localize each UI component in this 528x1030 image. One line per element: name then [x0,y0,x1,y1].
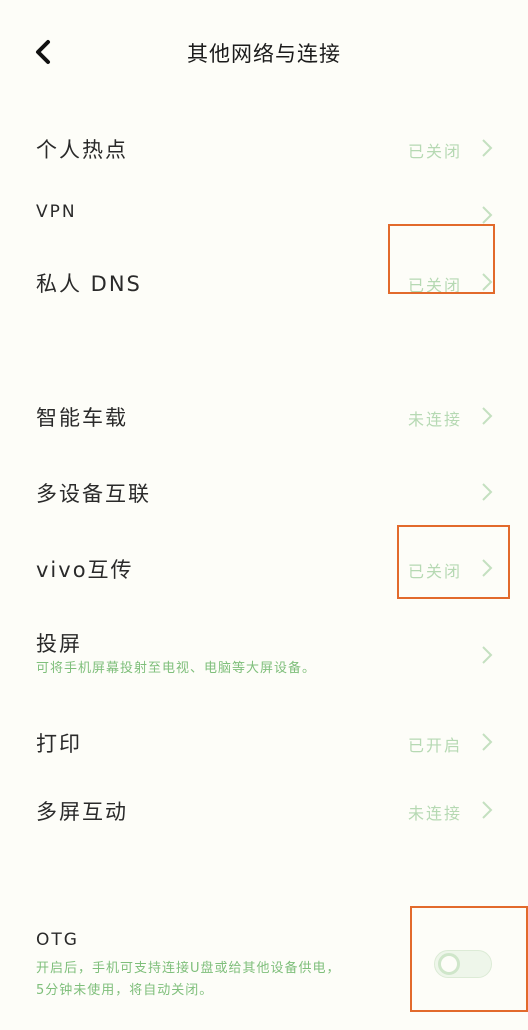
row-label: 投屏 [36,632,82,656]
otg-description-line2: 5分钟未使用，将自动关闭。 [36,983,214,998]
row-status: 已关闭 [407,142,462,161]
row-label: 多设备互联 [36,482,151,506]
row-label: 私人 DNS [36,272,142,296]
row-label: 智能车载 [36,406,128,430]
row-print[interactable]: 打印 已开启 [0,722,528,762]
header: 其他网络与连接 [0,0,528,104]
row-description: 可将手机屏幕投射至电视、电脑等大屏设备。 [36,661,317,676]
row-label: 打印 [36,732,82,756]
row-label: 个人热点 [36,138,128,162]
row-status: 已开启 [407,736,462,755]
chevron-right-icon [482,407,493,425]
chevron-right-icon [482,733,493,751]
chevron-right-icon [482,483,493,501]
row-status: 未连接 [407,804,462,823]
chevron-right-icon [482,801,493,819]
row-label: VPN [36,202,77,222]
otg-description-line1: 开启后，手机可支持连接U盘或给其他设备供电， [36,961,341,976]
chevron-right-icon [482,206,493,224]
highlight-box [397,525,510,599]
row-label: 多屏互动 [36,800,128,824]
row-multi-device[interactable]: 多设备互联 [0,472,528,512]
page-title: 其他网络与连接 [187,42,341,66]
highlight-box [388,224,495,294]
row-status: 未连接 [407,410,462,429]
row-car-connect[interactable]: 智能车载 未连接 [0,396,528,436]
row-label: vivo互传 [36,558,134,582]
highlight-box [410,906,528,1012]
chevron-right-icon [482,646,493,664]
row-label: OTG [36,930,79,950]
row-hotspot[interactable]: 个人热点 已关闭 [0,128,528,168]
row-screen-cast[interactable]: 投屏 可将手机屏幕投射至电视、电脑等大屏设备。 [0,624,528,688]
chevron-right-icon [482,139,493,157]
row-multi-screen[interactable]: 多屏互动 未连接 [0,790,528,830]
